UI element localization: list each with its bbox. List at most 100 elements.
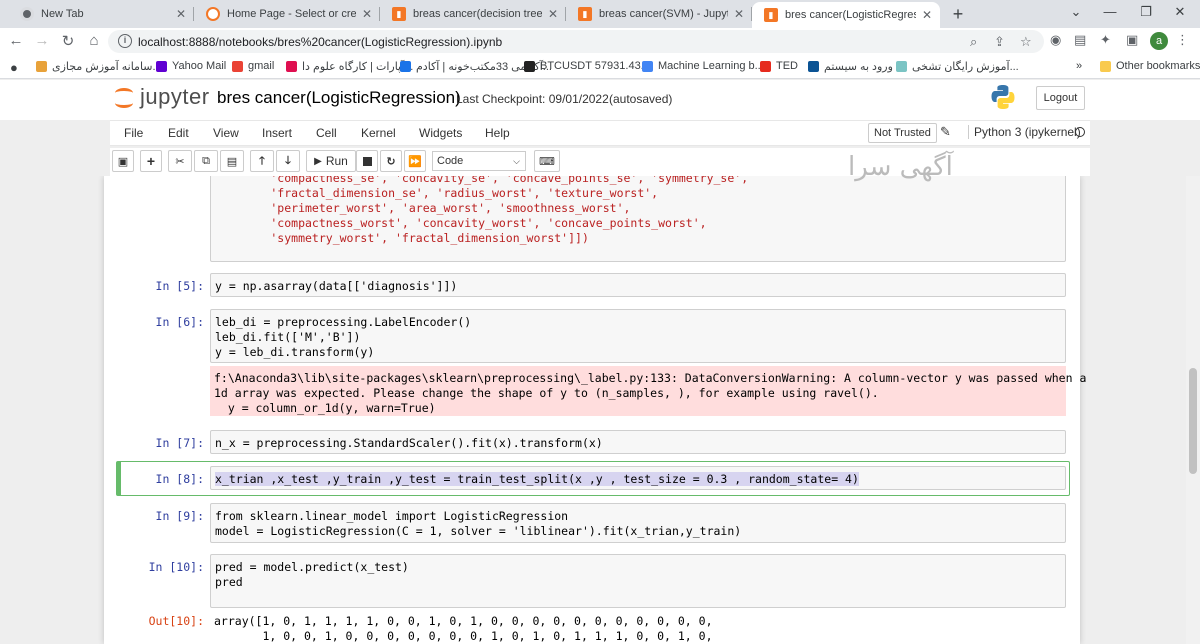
- forward-icon[interactable]: →: [32, 32, 52, 49]
- menu-widgets[interactable]: Widgets: [419, 126, 462, 140]
- save-button[interactable]: ▣: [112, 150, 134, 172]
- jupyter-logo-icon: [114, 84, 134, 110]
- paste-button[interactable]: ▤: [220, 150, 244, 172]
- jupyter-logo[interactable]: jupyter: [114, 84, 210, 110]
- restart-button[interactable]: ↻: [380, 150, 402, 172]
- url-text[interactable]: localhost:8888/notebooks/bres%20cancer(L…: [138, 35, 502, 49]
- jupyter-header: jupyter bres cancer(LogisticRegression) …: [0, 80, 1200, 120]
- menu-edit[interactable]: Edit: [168, 126, 189, 140]
- code-cell-input[interactable]: n_x = preprocessing.StandardScaler().fit…: [210, 430, 1066, 454]
- logout-button[interactable]: Logout: [1036, 86, 1085, 110]
- bookmark-btcusdt[interactable]: BTCUSDT 57931.43...: [524, 60, 650, 72]
- profile-avatar[interactable]: a: [1150, 32, 1168, 50]
- save-icon: ▣: [117, 155, 129, 168]
- insert-cell-button[interactable]: +: [140, 150, 162, 172]
- bookmark-login[interactable]: ورود به سیستم: [808, 60, 893, 73]
- zoom-icon[interactable]: ⌕: [970, 34, 977, 50]
- address-bar[interactable]: i localhost:8888/notebooks/bres%20cancer…: [108, 30, 1044, 53]
- bookmark-star-icon[interactable]: ☆: [1020, 34, 1032, 50]
- jupyter-logo-text: jupyter: [140, 84, 210, 109]
- window-close-icon[interactable]: ✕: [1170, 4, 1190, 20]
- bookmark-gmail[interactable]: gmail: [232, 60, 274, 72]
- close-icon[interactable]: ✕: [920, 8, 934, 22]
- github-icon[interactable]: ●: [10, 60, 18, 75]
- bookmark-free-course[interactable]: آموزش رایگان تشخی...: [896, 60, 1019, 73]
- code-cell-input[interactable]: pred = model.predict(x_test) pred: [210, 554, 1066, 608]
- tab-svm[interactable]: ▮ breas cancer(SVM) - Jupyter Note ✕: [566, 2, 752, 26]
- run-button[interactable]: ▶ Run: [306, 150, 356, 172]
- menu-dots-icon[interactable]: ⋮: [1176, 32, 1189, 48]
- menu-view[interactable]: View: [213, 126, 239, 140]
- code-line: model = LogisticRegression(C = 1, solver…: [215, 524, 742, 538]
- puzzle-icon[interactable]: ✦: [1100, 32, 1111, 48]
- kernel-idle-icon: [1075, 127, 1085, 137]
- interrupt-button[interactable]: [356, 150, 378, 172]
- code-cell-input[interactable]: x_trian ,x_test ,y_train ,y_test = train…: [210, 466, 1066, 490]
- tab-logistic-regression[interactable]: ▮ bres cancer(LogisticRegression) - ✕: [752, 2, 940, 28]
- tab-decision-tree[interactable]: ▮ breas cancer(decision tree) - Jupy ✕: [380, 2, 566, 26]
- input-prompt: In [10]:: [148, 560, 204, 574]
- notebook-title[interactable]: bres cancer(LogisticRegression): [217, 88, 461, 108]
- bookmark-machine-learning[interactable]: Machine Learning b...: [642, 60, 764, 72]
- warning-line: y = column_or_1d(y, warn=True): [214, 401, 436, 415]
- bookmark-favicon: [808, 61, 819, 72]
- close-icon[interactable]: ✕: [546, 7, 560, 21]
- tab-new-tab[interactable]: New Tab ✕: [8, 2, 194, 26]
- bookmark-yahoo-mail[interactable]: Yahoo Mail: [156, 60, 226, 72]
- tab-home-page[interactable]: Home Page - Select or create a n ✕: [194, 2, 380, 26]
- bookmark-item[interactable]: سامانه آموزش مجازی...: [36, 60, 162, 73]
- menu-help[interactable]: Help: [485, 126, 510, 140]
- paste-icon: ▤: [226, 155, 238, 168]
- maximize-icon[interactable]: ❐: [1136, 4, 1156, 20]
- home-icon[interactable]: ⌂: [84, 32, 104, 49]
- minimize-icon[interactable]: —: [1100, 4, 1120, 19]
- yahoo-icon: [156, 60, 167, 72]
- restart-run-all-button[interactable]: ⏩: [404, 150, 426, 172]
- tab-search-icon[interactable]: ⌄: [1066, 4, 1086, 20]
- code-cell-input[interactable]: from sklearn.linear_model import Logisti…: [210, 503, 1066, 543]
- bookmarks-overflow-icon[interactable]: »: [1076, 60, 1082, 72]
- jupyter-tab-icon: [206, 7, 220, 21]
- notebook-page: 'compactness_se', 'concavity_se', 'conca…: [104, 176, 1086, 644]
- extension-icon[interactable]: ◉: [1050, 32, 1061, 48]
- back-icon[interactable]: ←: [6, 32, 26, 49]
- code-cell-input[interactable]: y = np.asarray(data[['diagnosis']]): [210, 273, 1066, 297]
- notebook-menubar: File Edit View Insert Cell Kernel Widget…: [110, 120, 1090, 146]
- trust-status-button[interactable]: Not Trusted: [868, 123, 937, 143]
- close-icon[interactable]: ✕: [174, 7, 188, 21]
- close-icon[interactable]: ✕: [360, 7, 374, 21]
- code-cell-input[interactable]: leb_di = preprocessing.LabelEncoder() le…: [210, 309, 1066, 363]
- move-down-button[interactable]: 🡓: [276, 150, 300, 172]
- cell-type-select[interactable]: Code ⌵: [432, 151, 526, 171]
- code-cell-input[interactable]: 'compactness_se', 'concavity_se', 'conca…: [210, 176, 1066, 262]
- browser-tab-strip: New Tab ✕ Home Page - Select or create a…: [0, 0, 1200, 28]
- scrollbar-thumb[interactable]: [1189, 368, 1197, 474]
- page-scrollbar[interactable]: [1186, 176, 1200, 644]
- menu-insert[interactable]: Insert: [262, 126, 292, 140]
- new-tab-button[interactable]: +: [948, 4, 968, 25]
- input-prompt: In [6]:: [155, 315, 204, 329]
- tab-label: bres cancer(LogisticRegression) -: [785, 9, 916, 21]
- bookmark-aparat[interactable]: آپارات | کارگاه علوم دا...: [286, 60, 413, 73]
- restart-icon: ↻: [386, 155, 396, 168]
- notebook-site: 'compactness_se', 'concavity_se', 'conca…: [0, 176, 1186, 644]
- reading-list-icon[interactable]: ▤: [1074, 32, 1086, 48]
- other-bookmarks[interactable]: Other bookmarks: [1100, 60, 1200, 72]
- bookmark-ted[interactable]: TED: [760, 60, 798, 72]
- command-palette-button[interactable]: ⌨: [534, 150, 560, 172]
- warning-line: f:\Anaconda3\lib\site-packages\sklearn\p…: [214, 371, 1087, 385]
- menu-file[interactable]: File: [124, 126, 143, 140]
- close-icon[interactable]: ✕: [732, 7, 746, 21]
- share-icon[interactable]: ⇪: [994, 34, 1005, 50]
- move-up-button[interactable]: 🡑: [250, 150, 274, 172]
- reload-icon[interactable]: ↻: [58, 32, 78, 50]
- side-panel-icon[interactable]: ▣: [1126, 32, 1138, 48]
- cut-button[interactable]: ✂: [168, 150, 192, 172]
- stderr-output: f:\Anaconda3\lib\site-packages\sklearn\p…: [210, 366, 1086, 416]
- menu-cell[interactable]: Cell: [316, 126, 337, 140]
- site-info-icon[interactable]: i: [118, 34, 132, 48]
- pencil-icon[interactable]: ✎: [940, 124, 951, 140]
- code-line: 'symmetry_worst', 'fractal_dimension_wor…: [215, 231, 589, 245]
- menu-kernel[interactable]: Kernel: [361, 126, 396, 140]
- copy-button[interactable]: ⧉: [194, 150, 218, 172]
